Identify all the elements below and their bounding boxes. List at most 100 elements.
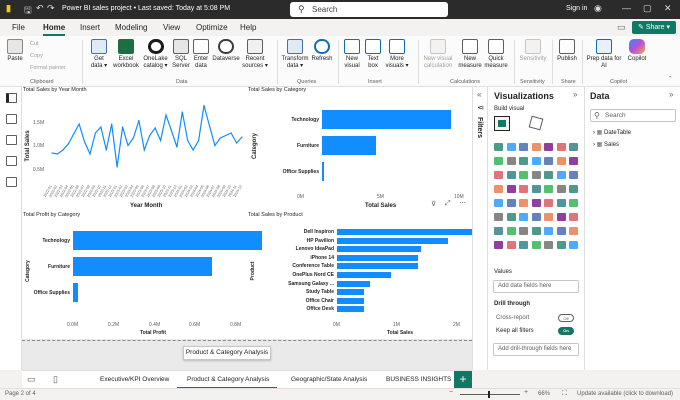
collapse-ribbon-icon[interactable]: ⌃ <box>668 76 673 82</box>
more-options-icon[interactable]: ⋯ <box>459 199 466 207</box>
page-tab-geographic[interactable]: Geographic/State Analysis <box>291 376 367 383</box>
bar[interactable] <box>337 306 364 313</box>
visual-type-icon[interactable] <box>519 241 528 249</box>
account-icon[interactable]: ◉ <box>594 3 602 14</box>
bar[interactable] <box>337 272 391 278</box>
visual-type-icon[interactable] <box>556 227 566 235</box>
enter-data-button[interactable]: Enter data <box>191 39 211 70</box>
onelake-button[interactable]: OneLake catalog ▾ <box>141 39 170 70</box>
maximize-icon[interactable]: ▢ <box>643 3 652 14</box>
visual-type-icon[interactable] <box>569 213 578 221</box>
fit-to-page-icon[interactable]: ⛶ <box>562 390 567 398</box>
focus-mode-icon[interactable]: ⤢ <box>445 200 451 208</box>
build-visual-tab[interactable] <box>494 116 510 131</box>
new-measure-button[interactable]: New measure <box>458 39 482 70</box>
visual-type-icon[interactable] <box>494 199 503 207</box>
visual-type-icon[interactable] <box>531 171 541 179</box>
keep-all-filters-toggle[interactable]: On <box>558 327 574 335</box>
bar[interactable] <box>322 162 324 181</box>
tab-insert[interactable]: Insert <box>80 23 100 32</box>
visual-type-icon[interactable] <box>544 143 553 151</box>
visual-type-icon[interactable] <box>544 213 553 221</box>
bar[interactable] <box>73 283 79 302</box>
cut-button[interactable]: Cut <box>30 41 39 47</box>
quick-measure-button[interactable]: Quick measure <box>483 39 509 70</box>
get-data-button[interactable]: Get data ▾ <box>88 39 110 70</box>
line-chart-visual[interactable]: Total Sales 1.5M 1.0M 0.5M 2022-01 2022-0… <box>22 93 247 211</box>
expand-filters-icon[interactable]: « <box>477 90 481 99</box>
visual-type-icon[interactable] <box>519 157 528 165</box>
values-field-well[interactable]: Add data fields here <box>493 280 579 293</box>
visual-type-icon[interactable] <box>531 241 541 249</box>
visual-type-icon[interactable] <box>556 171 566 179</box>
add-page-button[interactable]: + <box>454 371 472 389</box>
data-search-input[interactable]: ⚲ Search <box>590 109 676 122</box>
profit-category-visual[interactable]: Category Technology Furniture Office Suppl… <box>22 218 263 339</box>
sql-server-button[interactable]: SQL Server <box>170 39 192 70</box>
visual-type-icon[interactable] <box>519 199 528 207</box>
signin-link[interactable]: Sign in <box>566 5 587 12</box>
visual-type-icon[interactable] <box>506 185 516 193</box>
visual-type-icon[interactable] <box>531 185 541 193</box>
report-view-icon[interactable] <box>6 93 17 103</box>
zoom-slider[interactable] <box>460 394 520 395</box>
format-visual-icon[interactable] <box>528 115 544 131</box>
visual-type-icon[interactable] <box>556 143 566 151</box>
tab-modeling[interactable]: Modeling <box>115 23 147 32</box>
copilot-button[interactable]: Copilot <box>624 39 650 63</box>
format-painter-button[interactable]: Format painter <box>30 65 66 71</box>
tab-optimize[interactable]: Optimize <box>196 23 228 32</box>
bar[interactable] <box>322 136 377 155</box>
desktop-layout-icon[interactable]: ▭ <box>27 374 36 385</box>
drill-through-field-well[interactable]: Add drill-through fields here <box>493 343 579 356</box>
bar[interactable] <box>73 257 212 276</box>
bar[interactable] <box>337 280 370 287</box>
visual-type-icon[interactable] <box>494 241 503 249</box>
visual-type-icon[interactable] <box>569 241 578 249</box>
visual-type-icon[interactable] <box>544 185 553 193</box>
undo-icon[interactable]: ↶ <box>36 3 44 14</box>
table-view-icon[interactable] <box>6 114 17 124</box>
share-button[interactable]: ✎ Share ▾ <box>632 21 676 34</box>
cross-report-toggle[interactable]: Off <box>558 314 574 322</box>
collapse-data-pane-icon[interactable]: » <box>669 90 673 99</box>
bar[interactable] <box>322 110 451 129</box>
visual-type-icon[interactable] <box>519 171 528 179</box>
zoom-in-icon[interactable]: + <box>524 389 528 396</box>
tab-file[interactable]: File <box>12 23 25 32</box>
bar[interactable] <box>337 246 421 253</box>
visual-type-icon[interactable] <box>544 171 553 179</box>
visual-type-icon[interactable] <box>506 241 516 249</box>
visual-type-icon[interactable] <box>519 143 528 151</box>
visual-type-icon[interactable] <box>519 227 528 235</box>
more-visuals-button[interactable]: More visuals ▾ <box>383 39 411 70</box>
visual-type-icon[interactable] <box>506 143 516 151</box>
visual-type-icon[interactable] <box>556 185 566 193</box>
visual-type-icon[interactable] <box>494 171 503 179</box>
visual-type-icon[interactable] <box>531 143 541 151</box>
visual-type-icon[interactable] <box>506 199 516 207</box>
bar[interactable] <box>337 237 448 244</box>
visual-type-icon[interactable] <box>556 241 566 249</box>
bar[interactable] <box>337 297 364 304</box>
minimize-icon[interactable]: — <box>622 3 631 13</box>
bar[interactable] <box>337 289 364 296</box>
table-item-sales[interactable]: › ▦ Sales <box>593 141 619 148</box>
page-tab-business-insights[interactable]: BUSINESS INSIGHTS <box>386 376 451 383</box>
filters-pane-collapsed[interactable]: « ⊽ Filters <box>472 87 487 370</box>
bar[interactable] <box>337 263 418 270</box>
visual-type-icon[interactable] <box>569 143 578 151</box>
dax-query-view-icon[interactable] <box>6 156 17 166</box>
page-tab-executive[interactable]: Executive/KPI Overview <box>100 376 169 383</box>
bar[interactable] <box>337 254 418 261</box>
tab-view[interactable]: View <box>163 23 180 32</box>
bar[interactable] <box>337 229 484 235</box>
table-item-datetable[interactable]: › ▦ DateTable <box>593 129 631 136</box>
transform-data-button[interactable]: Transform data ▾ <box>280 39 310 70</box>
visual-type-icon[interactable] <box>569 185 578 193</box>
visual-type-icon[interactable] <box>556 213 566 221</box>
bar[interactable] <box>73 231 263 250</box>
recent-sources-button[interactable]: Recent sources ▾ <box>240 39 270 70</box>
visual-type-icon[interactable] <box>494 185 503 193</box>
sensitivity-button[interactable]: Sensitivity <box>516 39 550 63</box>
